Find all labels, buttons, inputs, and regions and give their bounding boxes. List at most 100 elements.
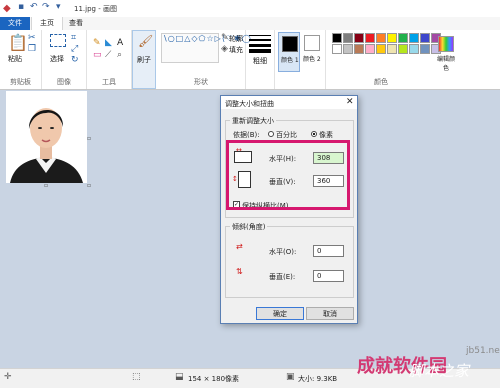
- cursor-position-icon: ✛: [4, 372, 12, 382]
- palette-swatch[interactable]: [332, 33, 342, 43]
- image-size-icon: ⬓: [175, 372, 184, 382]
- percent-label: 百分比: [276, 131, 297, 139]
- palette-swatch[interactable]: [332, 44, 342, 54]
- selection-size-icon: ⬚: [132, 372, 141, 382]
- redo-icon[interactable]: ↷: [42, 2, 50, 12]
- palette-swatch[interactable]: [420, 44, 430, 54]
- palette-swatch[interactable]: [409, 33, 419, 43]
- watermark-brand: 脚本之家: [409, 362, 470, 380]
- skew-v-label: 垂直(E):: [269, 273, 296, 281]
- watermark-site: jb51.net: [466, 346, 500, 356]
- tab-home[interactable]: 主页: [31, 17, 63, 30]
- portrait-image: [6, 91, 87, 183]
- palette-swatch[interactable]: [354, 33, 364, 43]
- tab-file[interactable]: 文件: [0, 17, 30, 30]
- colors-group: 编辑颜色 颜色: [326, 30, 500, 89]
- palette-swatch[interactable]: [398, 33, 408, 43]
- ribbon-tabs: 文件 主页 查看: [0, 17, 500, 31]
- edit-colors-icon[interactable]: [438, 36, 454, 52]
- clipboard-group: 📋 ✂ ❐ 粘贴 剪贴板: [0, 30, 42, 89]
- quick-access-dropdown-icon[interactable]: ▾: [56, 2, 61, 12]
- palette-swatch[interactable]: [365, 33, 375, 43]
- palette-swatch[interactable]: [365, 44, 375, 54]
- save-icon[interactable]: ▪: [18, 2, 24, 12]
- palette-swatch[interactable]: [387, 33, 397, 43]
- portrait-photo: [6, 91, 87, 183]
- color1-label: 颜色 1: [281, 57, 299, 64]
- select-button[interactable]: 选择: [50, 54, 64, 64]
- tab-view[interactable]: 查看: [62, 17, 90, 30]
- title-bar: ◆ ▪ ↶ ↷ ▾ 11.jpg - 画图: [0, 0, 500, 18]
- image-label: 图像: [57, 78, 71, 86]
- image-group: ⌗ ⤢ ↻ 选择 图像: [42, 30, 87, 89]
- palette-swatch[interactable]: [398, 44, 408, 54]
- ok-button[interactable]: 确定: [256, 307, 304, 320]
- paint-app-icon: ◆: [3, 3, 11, 14]
- shape-gallery[interactable]: \○□△◇⬠☆▷⟨♡✱◯: [161, 33, 251, 63]
- select-icon[interactable]: [50, 34, 66, 47]
- skew-h-label: 水平(O):: [269, 248, 297, 256]
- skew-h-input[interactable]: 0: [313, 245, 344, 257]
- outline-button[interactable]: 轮廓: [229, 34, 243, 44]
- magnifier-icon[interactable]: ⌕: [117, 50, 122, 60]
- ribbon: 📋 ✂ ❐ 粘贴 剪贴板 ⌗ ⤢ ↻ 选择 图像 ✎ ◣ A ▭ ⟋ ⌕ 工具 …: [0, 30, 500, 90]
- horizontal-skew-icon: ⇄: [236, 242, 243, 251]
- close-icon[interactable]: ✕: [346, 97, 354, 107]
- percent-radio[interactable]: [268, 131, 274, 137]
- fill-button[interactable]: 填充: [229, 45, 243, 55]
- resize-handle-corner[interactable]: ▫: [87, 181, 91, 191]
- paste-button[interactable]: 粘贴: [8, 54, 22, 64]
- palette-swatch[interactable]: [387, 44, 397, 54]
- resize-handle-right[interactable]: ▫: [87, 134, 91, 144]
- brush-icon: 🖌: [138, 34, 154, 48]
- color-select-group: 颜色 1 颜色 2: [275, 30, 326, 89]
- tools-group: ✎ ◣ A ▭ ⟋ ⌕ 工具: [87, 30, 132, 89]
- crop-icon[interactable]: ⌗: [71, 33, 76, 43]
- skew-group-label: 倾斜(角度): [230, 222, 268, 232]
- text-icon[interactable]: A: [117, 38, 123, 48]
- pixels-radio[interactable]: [311, 131, 317, 137]
- palette-swatch[interactable]: [409, 44, 419, 54]
- shapes-group: \○□△◇⬠☆▷⟨♡✱◯ ✎ 轮廓 ◈ 填充 形状: [157, 30, 251, 89]
- thickness-icon: [249, 34, 271, 54]
- palette-swatch[interactable]: [376, 33, 386, 43]
- dialog-title-bar: 调整大小和扭曲 ✕: [221, 96, 357, 109]
- cut-icon[interactable]: ✂: [28, 33, 36, 43]
- fill-icon[interactable]: ◈: [221, 44, 228, 54]
- edit-colors-button[interactable]: 编辑颜色: [436, 54, 456, 72]
- color-picker-icon[interactable]: ⟋: [105, 50, 111, 60]
- palette-swatch[interactable]: [343, 33, 353, 43]
- eraser-icon[interactable]: ▭: [93, 50, 102, 60]
- palette-swatch[interactable]: [354, 44, 364, 54]
- copy-icon[interactable]: ❐: [28, 44, 36, 54]
- palette-swatch[interactable]: [420, 33, 430, 43]
- color1-swatch: [282, 36, 298, 52]
- cancel-button[interactable]: 取消: [306, 307, 354, 320]
- paste-icon[interactable]: 📋: [8, 35, 28, 51]
- brush-button[interactable]: 🖌 刷子: [132, 30, 156, 89]
- pencil-icon[interactable]: ✎: [93, 38, 101, 48]
- thickness-button[interactable]: 粗细: [246, 30, 275, 89]
- color1-button[interactable]: 颜色 1: [278, 32, 300, 72]
- skew-v-input[interactable]: 0: [313, 270, 344, 282]
- skew-group: 倾斜(角度) ⇄ 水平(O): 0 ⇅ 垂直(E): 0: [225, 222, 354, 298]
- color2-button[interactable]: 颜色 2: [301, 32, 321, 70]
- palette-swatch[interactable]: [343, 44, 353, 54]
- outline-icon[interactable]: ✎: [221, 33, 229, 43]
- tools-label: 工具: [102, 78, 116, 86]
- fill-bucket-icon[interactable]: ◣: [105, 38, 112, 48]
- shapes-label: 形状: [194, 78, 208, 86]
- clipboard-label: 剪贴板: [10, 78, 31, 86]
- rotate-icon[interactable]: ↻: [71, 55, 79, 65]
- palette-swatch[interactable]: [376, 44, 386, 54]
- dialog-title: 调整大小和扭曲: [225, 100, 274, 108]
- color2-swatch: [304, 35, 320, 51]
- undo-icon[interactable]: ↶: [30, 2, 38, 12]
- file-size: 大小: 9.3KB: [298, 375, 338, 383]
- resize-icon[interactable]: ⤢: [71, 44, 78, 54]
- thickness-label: 粗细: [253, 57, 267, 65]
- resize-handle-bottom[interactable]: ▫: [44, 181, 48, 191]
- file-size-icon: ▣: [286, 372, 295, 382]
- colors-label: 颜色: [374, 78, 388, 86]
- resize-group-label: 重新调整大小: [230, 116, 276, 126]
